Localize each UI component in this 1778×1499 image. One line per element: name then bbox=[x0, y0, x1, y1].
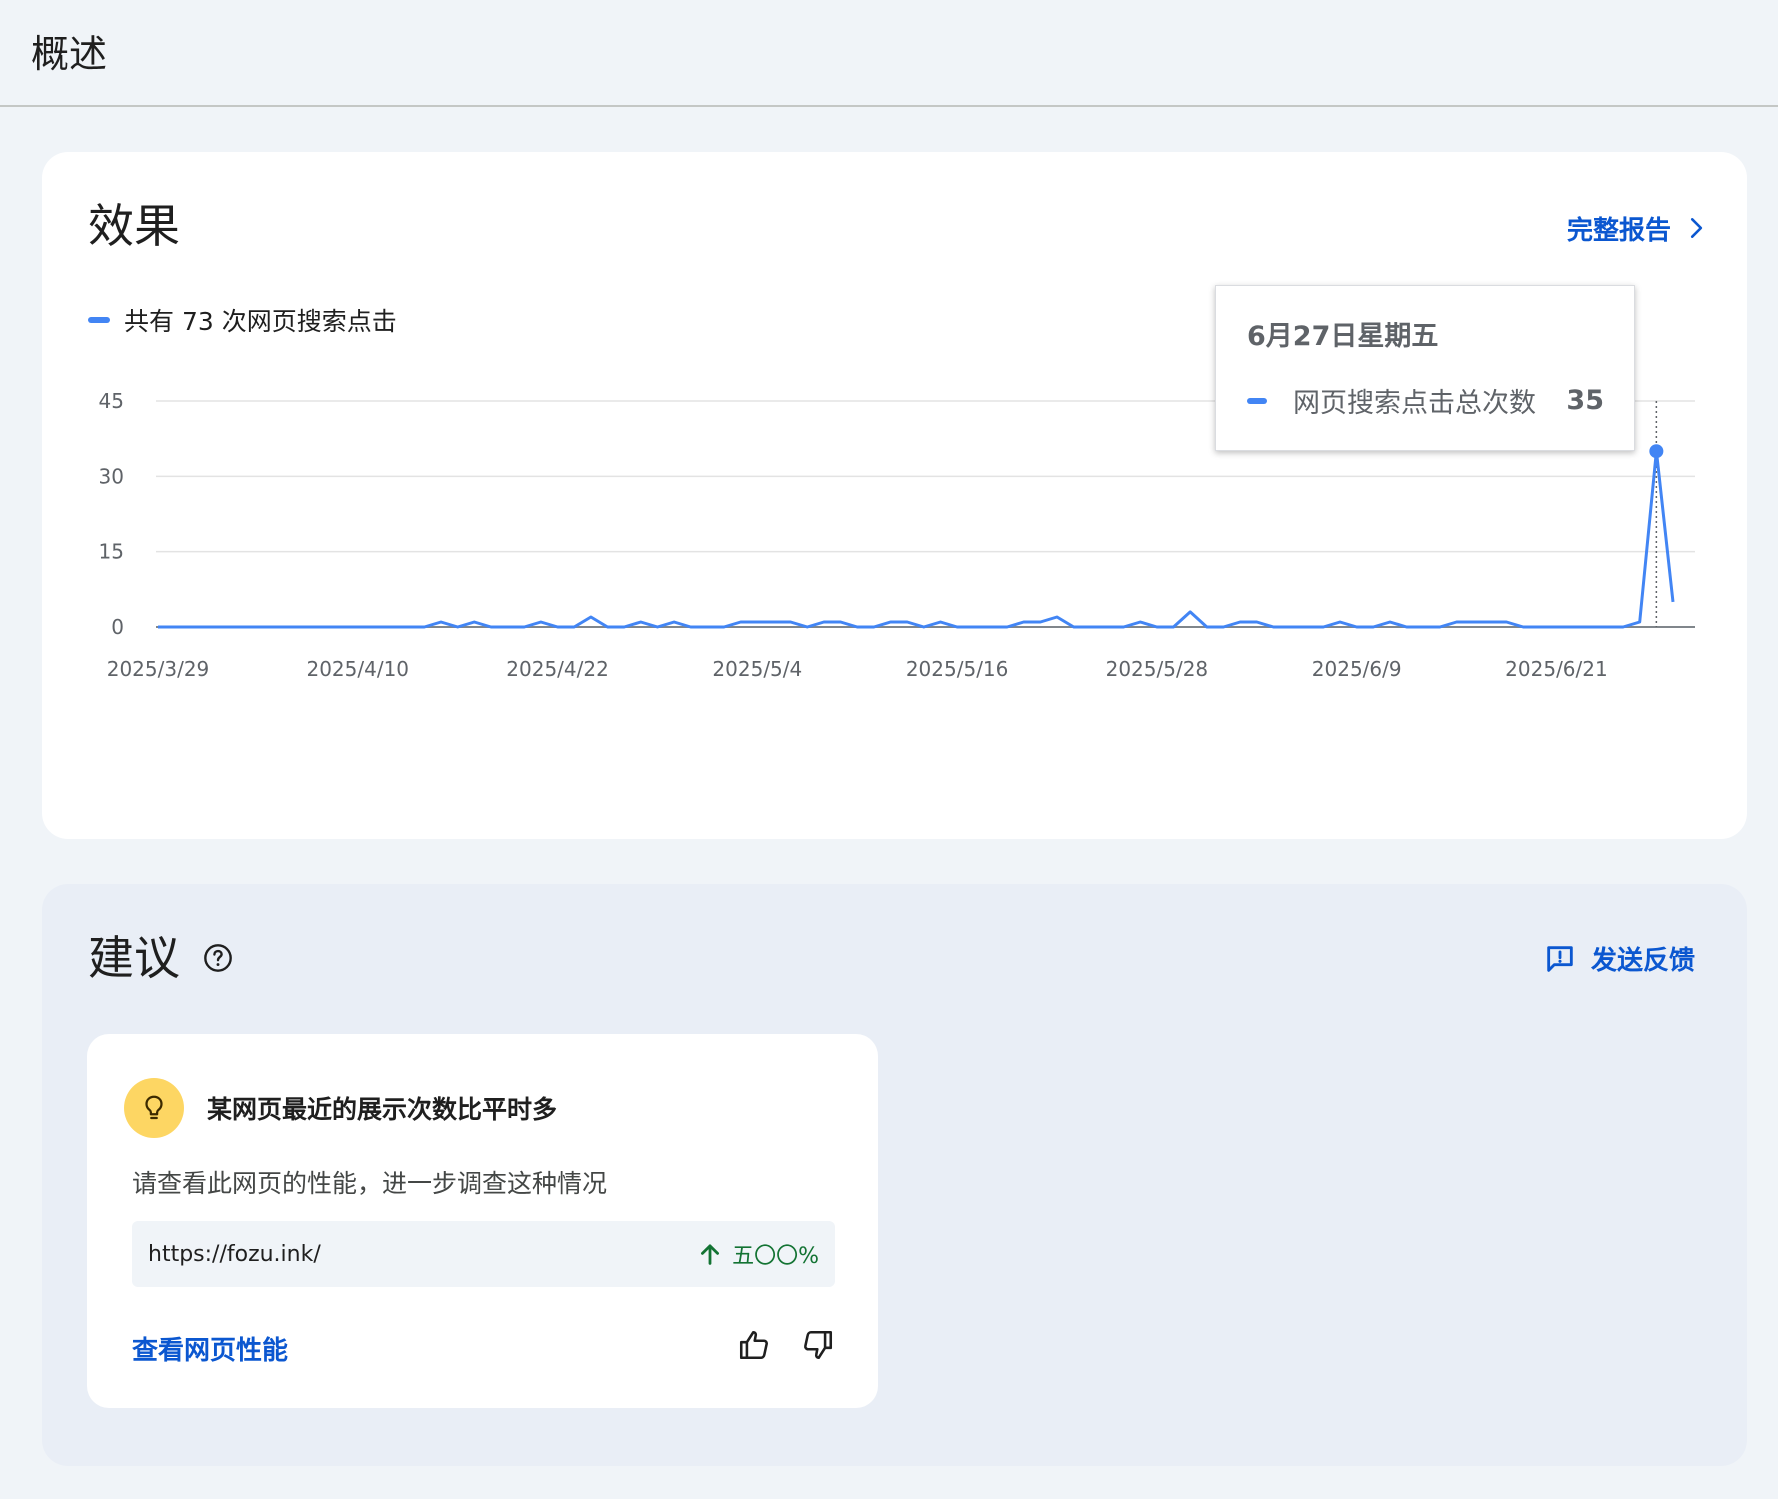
x-tick-label: 2025/3/29 bbox=[107, 657, 210, 681]
help-icon[interactable] bbox=[202, 942, 234, 974]
x-tick-label: 2025/5/4 bbox=[712, 657, 802, 681]
y-tick-label: 15 bbox=[99, 540, 124, 564]
send-feedback-button[interactable]: 发送反馈 bbox=[1543, 940, 1695, 977]
overview-page: 概述 效果 完整报告 共有 73 次网页搜索点击 0 15 30 45 2025/3/… bbox=[0, 0, 1778, 1499]
trend-value: 五〇〇% bbox=[732, 1244, 819, 1269]
clicks-chart[interactable]: 0 15 30 45 2025/3/29 2025/4/10 2025/4/22 2025/… bbox=[42, 152, 1747, 839]
y-tick-label: 45 bbox=[99, 389, 124, 413]
y-tick-label: 30 bbox=[99, 464, 124, 488]
page-url: https://fozu.ink/ bbox=[148, 1241, 321, 1267]
arrow-up-icon bbox=[701, 1244, 720, 1265]
tooltip-date: 6月27日星期五 bbox=[1247, 321, 1439, 352]
tooltip-metric-label: 网页搜索点击总次数 bbox=[1293, 388, 1536, 419]
suggestions-title: 建议 bbox=[88, 928, 234, 988]
top-bar: 概述 bbox=[0, 0, 1778, 107]
chart-tooltip: 6月27日星期五 网页搜索点击总次数 35 bbox=[1215, 285, 1635, 451]
tooltip-swatch bbox=[1247, 397, 1267, 404]
suggestions-section: 建议 发送反馈 某网页最近的展示次数比平时多 请查看此网页的性能，进一步调查这种… bbox=[42, 884, 1747, 1466]
send-feedback-label: 发送反馈 bbox=[1590, 946, 1695, 976]
recommendation-description: 请查看此网页的性能，进一步调查这种情况 bbox=[132, 1169, 608, 1198]
x-tick-label: 2025/4/10 bbox=[306, 657, 409, 681]
lightbulb-icon bbox=[145, 1095, 163, 1120]
page-title: 概述 bbox=[31, 32, 108, 76]
series-line bbox=[158, 449, 1675, 629]
x-tick-label: 2025/4/22 bbox=[506, 657, 609, 681]
view-page-performance-link[interactable]: 查看网页性能 bbox=[132, 1330, 288, 1367]
y-tick-label: 0 bbox=[111, 615, 124, 639]
feedback-icon bbox=[1547, 945, 1573, 972]
rating-buttons bbox=[737, 1328, 835, 1362]
url-row: https://fozu.ink/ 五〇〇% bbox=[132, 1221, 835, 1287]
performance-card: 效果 完整报告 共有 73 次网页搜索点击 0 15 30 45 2025/3/29 2… bbox=[42, 152, 1747, 839]
lightbulb-badge bbox=[124, 1078, 184, 1138]
hover-point bbox=[1649, 444, 1664, 459]
recommendation-card: 某网页最近的展示次数比平时多 请查看此网页的性能，进一步调查这种情况 https… bbox=[87, 1034, 878, 1408]
x-tick-label: 2025/5/28 bbox=[1106, 657, 1209, 681]
tooltip-value: 35 bbox=[1566, 385, 1604, 416]
x-tick-label: 2025/6/21 bbox=[1505, 657, 1608, 681]
recommendation-heading: 某网页最近的展示次数比平时多 bbox=[207, 1095, 558, 1124]
tooltip-row: 网页搜索点击总次数 35 bbox=[1247, 381, 1604, 420]
suggestions-title-text: 建议 bbox=[88, 931, 180, 985]
x-tick-label: 2025/6/9 bbox=[1312, 657, 1402, 681]
trend-indicator: 五〇〇% bbox=[696, 1238, 819, 1270]
thumbs-down-icon[interactable] bbox=[801, 1328, 835, 1362]
x-tick-label: 2025/5/16 bbox=[906, 657, 1009, 681]
thumbs-up-icon[interactable] bbox=[737, 1328, 771, 1362]
